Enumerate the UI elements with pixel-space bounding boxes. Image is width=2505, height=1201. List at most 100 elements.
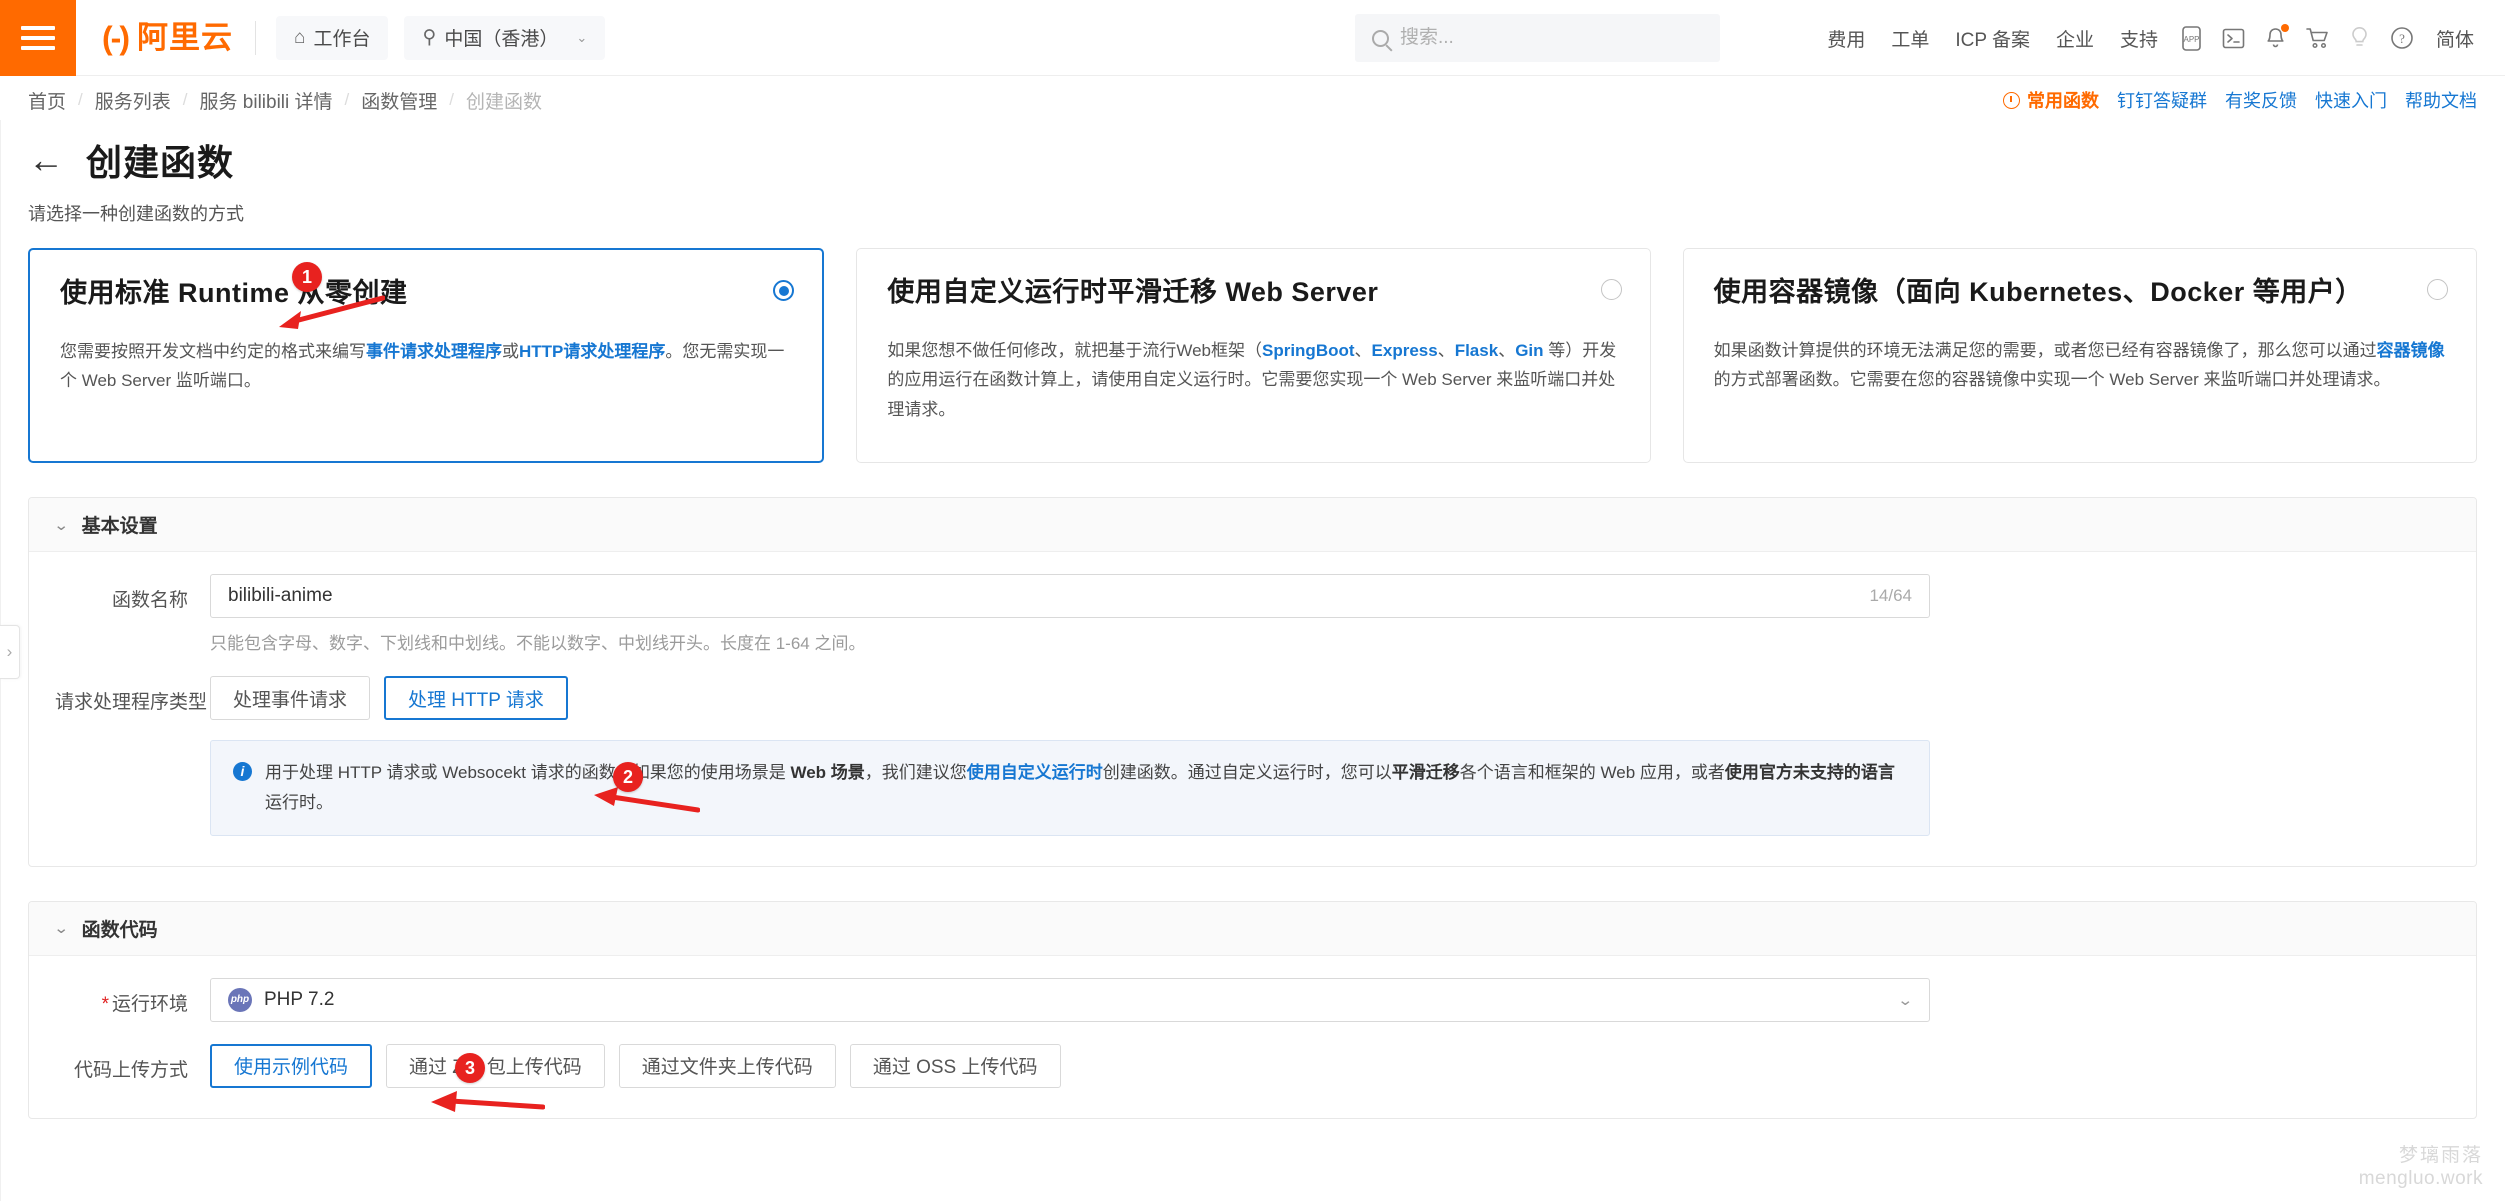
function-code-title: 函数代码 — [81, 919, 158, 941]
nav-divider — [254, 20, 256, 55]
svg-text:?: ? — [2399, 31, 2405, 46]
nav-link-tickets[interactable]: 工单 — [1878, 25, 1942, 52]
cloud-shell-icon[interactable] — [2213, 17, 2255, 59]
creation-method-cards: 使用标准 Runtime 从零创建 您需要按照开发文档中约定的格式来编写事件请求… — [0, 226, 2505, 463]
page-title: 创建函数 — [86, 142, 235, 183]
chevron-down-icon: ⌄ — [1897, 991, 1914, 1009]
upload-oss-button[interactable]: 通过 OSS 上传代码 — [849, 1043, 1061, 1088]
character-counter: 14/64 — [1869, 586, 1912, 605]
region-label: 中国（香港） — [444, 29, 559, 50]
back-arrow-icon[interactable]: ← — [28, 142, 64, 178]
shopping-cart-icon[interactable] — [2297, 17, 2339, 59]
workbench-label: 工作台 — [313, 29, 371, 50]
aliyun-brand-text: 阿里云 — [136, 20, 233, 55]
aliyun-mark-icon: (-) — [102, 19, 130, 56]
breadcrumb-item-service-list[interactable]: 服务列表 — [95, 87, 171, 114]
radio-custom-runtime[interactable] — [1600, 279, 1622, 300]
card-description: 如果函数计算提供的环境无法满足您的需要，或者您已经有容器镜像了，那么您可以通过容… — [1713, 341, 2445, 390]
function-code-header[interactable]: ⌄ 函数代码 — [29, 901, 2476, 956]
breadcrumb-right-links: 常用函数 钉钉答疑群 有奖反馈 快速入门 帮助文档 — [2003, 76, 2477, 124]
handler-info-alert-text: 用于处理 HTTP 请求或 Websocekt 请求的函数。如果您的使用场景是 … — [265, 763, 1895, 812]
handler-type-button-group: 处理事件请求 处理 HTTP 请求 — [210, 676, 1930, 720]
notification-bell-icon[interactable] — [2255, 17, 2297, 59]
function-name-input[interactable] — [228, 585, 1858, 607]
home-icon: ⌂ — [293, 26, 306, 48]
annotation-badge-3: 3 — [455, 1053, 485, 1083]
svg-text:APP: APP — [2184, 35, 2200, 44]
common-functions-label: 常用函数 — [2027, 91, 2099, 111]
breadcrumb-separator: / — [449, 90, 455, 109]
card-description: 您需要按照开发文档中约定的格式来编写事件请求处理程序或HTTP请求处理程序。您无… — [60, 342, 785, 391]
card-title: 使用自定义运行时平滑迁移 Web Server — [887, 277, 1379, 307]
card-container-image[interactable]: 使用容器镜像（面向 Kubernetes、Docker 等用户） 如果函数计算提… — [1682, 248, 2477, 463]
app-icon[interactable]: APP — [2171, 17, 2213, 59]
card-title: 使用容器镜像（面向 Kubernetes、Docker 等用户） — [1713, 277, 2363, 307]
page-subtitle: 请选择一种创建函数的方式 — [28, 204, 244, 224]
basic-settings-title: 基本设置 — [81, 516, 158, 537]
watermark-line-1: 梦璃雨落 — [2398, 1144, 2483, 1166]
radio-container-image[interactable] — [2426, 279, 2448, 300]
runtime-select[interactable]: php PHP 7.2 ⌄ — [210, 977, 1930, 1022]
breadcrumb: 首页 / 服务列表 / 服务 bilibili 详情 / 函数管理 / 创建函数… — [0, 76, 2505, 124]
php-icon: php — [228, 987, 252, 1012]
quickstart-link[interactable]: 快速入门 — [2315, 87, 2387, 113]
function-name-helper-text: 只能包含字母、数字、下划线和中划线。不能以数字、中划线开头。长度在 1-64 之… — [210, 634, 866, 653]
hamburger-menu-icon[interactable] — [0, 0, 76, 76]
search-icon — [1372, 29, 1389, 47]
upload-sample-code-button[interactable]: 使用示例代码 — [210, 1043, 373, 1088]
aliyun-logo[interactable]: (-) 阿里云 — [76, 22, 255, 54]
card-standard-runtime[interactable]: 使用标准 Runtime 从零创建 您需要按照开发文档中约定的格式来编写事件请求… — [28, 248, 825, 463]
required-asterisk: * — [101, 993, 109, 1015]
breadcrumb-item-function-management[interactable]: 函数管理 — [361, 87, 437, 114]
basic-settings-panel: ⌄ 基本设置 函数名称 14/64 只能包含字母、数字、下划线和中划线。不能以数… — [28, 497, 2477, 867]
clock-icon — [2003, 91, 2020, 109]
runtime-selected-value: PHP 7.2 — [264, 988, 335, 1010]
page-header: ← 创建函数 — [0, 124, 2505, 186]
annotation-badge-1: 1 — [292, 262, 322, 292]
workbench-button[interactable]: ⌂ 工作台 — [275, 15, 389, 60]
feedback-link[interactable]: 有奖反馈 — [2225, 87, 2297, 113]
nav-link-enterprise[interactable]: 企业 — [2043, 25, 2107, 52]
info-icon: i — [233, 762, 252, 781]
nav-link-support[interactable]: 支持 — [2107, 25, 2171, 52]
chevron-down-icon: ⌄ — [576, 29, 588, 45]
chevron-down-icon: ⌄ — [53, 920, 70, 937]
runtime-label-text: 运行环境 — [111, 993, 188, 1015]
breadcrumb-separator: / — [344, 90, 350, 109]
top-nav-right: 费用 工单 ICP 备案 企业 支持 APP ? 简体 — [1814, 0, 2487, 76]
region-selector[interactable]: ⚲ 中国（香港） ⌄ — [404, 15, 606, 60]
breadcrumb-item-home[interactable]: 首页 — [28, 87, 66, 114]
runtime-label: * 运行环境 — [55, 978, 210, 1016]
breadcrumb-separator: / — [182, 90, 188, 109]
card-custom-runtime[interactable]: 使用自定义运行时平滑迁移 Web Server 如果您想不做任何修改，就把基于流… — [856, 248, 1651, 463]
help-circle-icon[interactable]: ? — [2381, 17, 2423, 59]
help-docs-link[interactable]: 帮助文档 — [2405, 87, 2477, 113]
upload-zip-button[interactable]: 通过 ZIP 包上传代码 — [386, 1043, 605, 1088]
nav-link-fees[interactable]: 费用 — [1814, 25, 1878, 52]
chevron-right-icon: › — [6, 642, 13, 661]
function-code-panel: ⌄ 函数代码 * 运行环境 php PHP 7.2 ⌄ 代码上传方式 使用示例代码… — [28, 900, 2477, 1119]
common-functions-link[interactable]: 常用函数 — [2003, 87, 2099, 113]
global-search[interactable] — [1355, 14, 1720, 62]
breadcrumb-item-create-function: 创建函数 — [466, 91, 543, 113]
notification-badge-dot — [2280, 24, 2289, 32]
lightbulb-icon[interactable] — [2339, 17, 2381, 59]
function-name-row: 函数名称 14/64 只能包含字母、数字、下划线和中划线。不能以数字、中划线开头… — [29, 574, 2476, 654]
search-input[interactable] — [1400, 27, 1703, 49]
location-pin-icon: ⚲ — [422, 27, 437, 48]
handler-event-button[interactable]: 处理事件请求 — [210, 676, 371, 720]
top-navigation-bar: (-) 阿里云 ⌂ 工作台 ⚲ 中国（香港） ⌄ 费用 工单 ICP 备案 企业… — [0, 0, 2505, 76]
upload-method-row: 代码上传方式 使用示例代码 通过 ZIP 包上传代码 通过文件夹上传代码 通过 … — [29, 1043, 2476, 1088]
nav-link-icp[interactable]: ICP 备案 — [1942, 25, 2043, 52]
handler-http-button[interactable]: 处理 HTTP 请求 — [384, 676, 568, 720]
language-switcher[interactable]: 简体 — [2423, 25, 2487, 52]
watermark: 梦璃雨落 mengluo.work — [2359, 1144, 2483, 1192]
sidebar-expand-handle[interactable]: › — [0, 625, 20, 679]
function-name-input-wrapper[interactable]: 14/64 — [210, 574, 1930, 618]
handler-info-alert: i 用于处理 HTTP 请求或 Websocekt 请求的函数。如果您的使用场景… — [210, 740, 1930, 836]
dingtalk-group-link[interactable]: 钉钉答疑群 — [2117, 87, 2207, 113]
breadcrumb-item-service-detail[interactable]: 服务 bilibili 详情 — [200, 87, 333, 114]
upload-folder-button[interactable]: 通过文件夹上传代码 — [618, 1043, 836, 1088]
basic-settings-header[interactable]: ⌄ 基本设置 — [29, 498, 2476, 552]
card-description: 如果您想不做任何修改，就把基于流行Web框架（SpringBoot、Expres… — [887, 341, 1617, 419]
